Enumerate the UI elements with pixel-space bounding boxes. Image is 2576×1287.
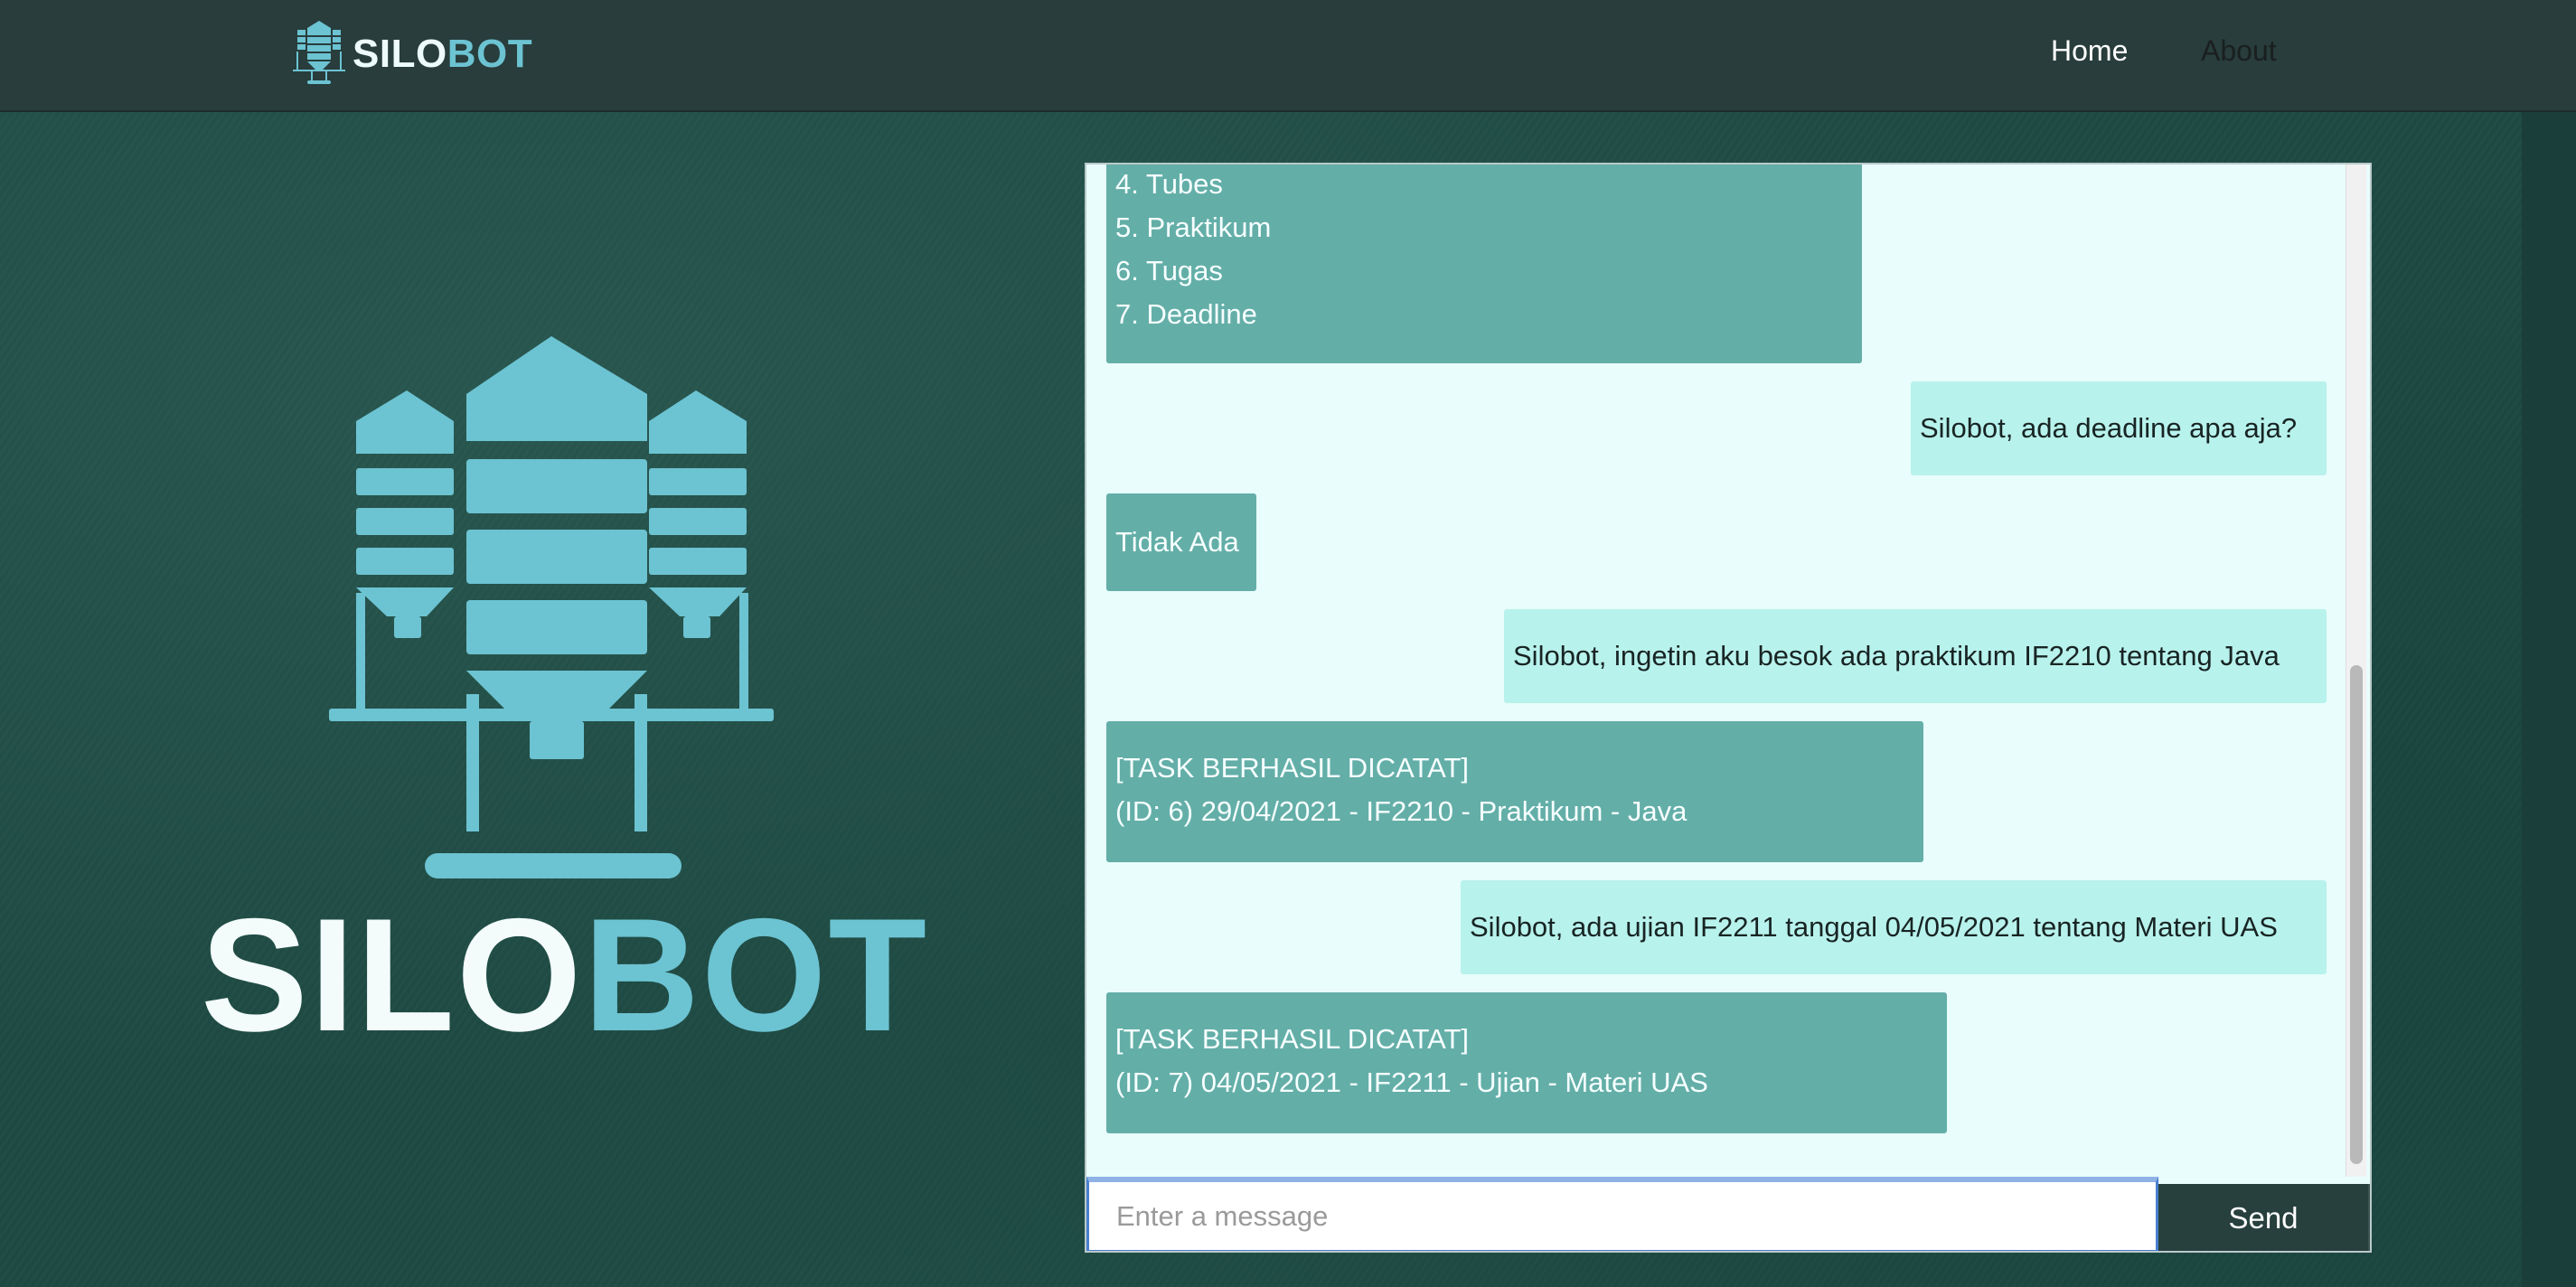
hero-title-white: SILO [201, 885, 584, 1065]
silo-icon [291, 19, 347, 90]
message-line: 5. Praktikum [1115, 211, 1272, 243]
chat-window: 4. Tubes 5. Praktikum 6. Tugas 7. Deadli… [1085, 163, 2372, 1253]
message-line: 4. Tubes [1115, 168, 1223, 200]
message-line: Silobot, ingetin aku besok ada praktikum… [1513, 640, 2280, 672]
message-input[interactable] [1086, 1177, 2158, 1251]
message-line: [TASK BERHASIL DICATAT] [1115, 1023, 1470, 1055]
brand-name: SILOBOT [353, 32, 532, 77]
page-edge-strip [2522, 110, 2576, 1287]
bot-message: 4. Tubes 5. Praktikum 6. Tugas 7. Deadli… [1106, 164, 1862, 363]
bot-message: [TASK BERHASIL DICATAT] (ID: 6) 29/04/20… [1106, 721, 1923, 862]
nav-home-link[interactable]: Home [2051, 34, 2128, 68]
user-message: Silobot, ada ujian IF2211 tanggal 04/05/… [1461, 880, 2327, 974]
message-composer: Send [1086, 1177, 2370, 1251]
brand-logo[interactable]: SILOBOT [291, 20, 532, 89]
brand-name-white: SILO [353, 32, 447, 76]
nav-about-link[interactable]: About [2201, 34, 2277, 68]
message-list[interactable]: 4. Tubes 5. Praktikum 6. Tugas 7. Deadli… [1086, 164, 2348, 1177]
message-line: Tidak Ada [1115, 526, 1239, 558]
bot-message: Tidak Ada [1106, 493, 1256, 591]
hero-title: SILOBOT [201, 895, 928, 1056]
message-line: Silobot, ada deadline apa aja? [1920, 412, 2298, 444]
chat-scrollbar[interactable] [2346, 164, 2366, 1177]
scrollbar-thumb[interactable] [2350, 665, 2363, 1164]
user-message: Silobot, ada deadline apa aja? [1911, 381, 2327, 475]
message-line: (ID: 7) 04/05/2021 - IF2211 - Ujian - Ma… [1115, 1066, 1708, 1098]
message-line: [TASK BERHASIL DICATAT] [1115, 752, 1470, 784]
send-button[interactable]: Send [2158, 1184, 2370, 1251]
hero-title-blue: BOT [583, 885, 929, 1065]
message-line: 6. Tugas [1115, 255, 1223, 287]
silo-icon [307, 331, 795, 887]
message-line: Silobot, ada ujian IF2211 tanggal 04/05/… [1470, 911, 2278, 943]
brand-name-blue: BOT [447, 32, 533, 76]
message-line: 7. Deadline [1115, 298, 1257, 330]
bot-message: [TASK BERHASIL DICATAT] (ID: 7) 04/05/20… [1106, 992, 1947, 1133]
navbar: SILOBOT Home About [0, 0, 2576, 112]
user-message: Silobot, ingetin aku besok ada praktikum… [1504, 609, 2327, 703]
message-line: (ID: 6) 29/04/2021 - IF2210 - Praktikum … [1115, 795, 1688, 827]
